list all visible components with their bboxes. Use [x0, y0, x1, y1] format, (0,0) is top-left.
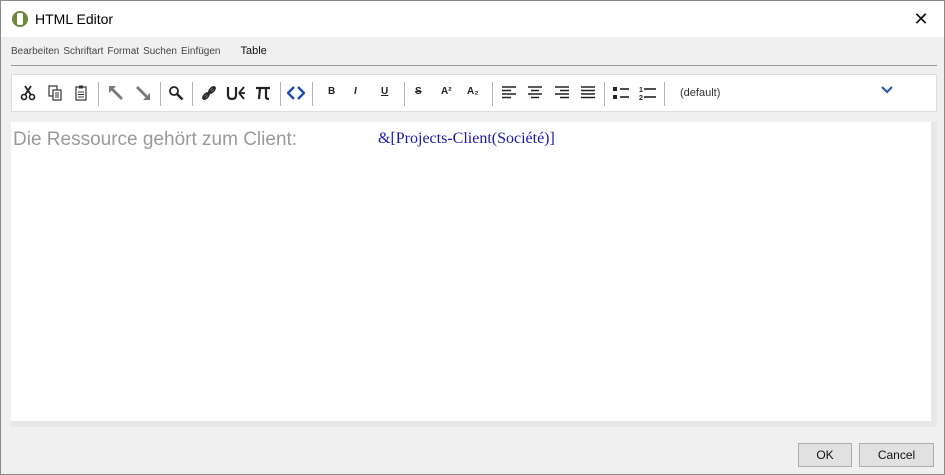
- html-editor-window: HTML Editor ✕ Bearbeiten Schriftart Format…: [0, 0, 945, 475]
- menu-item-einfuegen[interactable]: Einfügen: [181, 46, 220, 57]
- underline-button[interactable]: U: [381, 86, 388, 97]
- svg-text:1: 1: [639, 87, 643, 94]
- align-left-icon[interactable]: [499, 83, 519, 103]
- justify-icon[interactable]: [578, 83, 598, 103]
- superscript-button[interactable]: A²: [441, 86, 452, 97]
- toolbar-separator: [664, 82, 665, 106]
- toolbar: B I U S A² A₂ 12 (default): [11, 74, 937, 112]
- paragraph-style-value: (default): [680, 87, 721, 99]
- paste-icon[interactable]: [72, 83, 92, 103]
- toolbar-separator: [312, 82, 313, 106]
- editor-label-text: Die Ressource gehört zum Client:: [13, 129, 298, 150]
- align-center-icon[interactable]: [525, 83, 545, 103]
- toolbar-separator: [280, 82, 281, 106]
- bullet-list-icon[interactable]: [611, 83, 631, 103]
- copy-icon[interactable]: [45, 83, 65, 103]
- subscript-button[interactable]: A₂: [467, 86, 479, 97]
- chevron-down-icon: [880, 83, 894, 100]
- close-button[interactable]: ✕: [898, 1, 944, 37]
- italic-button[interactable]: I: [354, 86, 357, 97]
- cut-icon[interactable]: [18, 83, 38, 103]
- editor-field-placeholder: &[Projects-Client(Société)]: [378, 130, 555, 147]
- window-title: HTML Editor: [35, 11, 114, 27]
- ok-button[interactable]: OK: [798, 443, 852, 467]
- app-icon: [12, 11, 28, 27]
- toolbar-separator: [404, 82, 405, 106]
- search-icon[interactable]: [166, 83, 186, 103]
- toolbar-separator: [98, 82, 99, 106]
- menu-item-bearbeiten[interactable]: Bearbeiten: [11, 46, 59, 57]
- undo-icon[interactable]: [106, 83, 126, 103]
- toolbar-separator: [492, 82, 493, 106]
- menu-divider: [11, 65, 937, 66]
- menu-item-schriftart[interactable]: Schriftart: [63, 46, 103, 57]
- strikethrough-button[interactable]: S: [415, 86, 422, 97]
- paragraph-style-select[interactable]: (default): [677, 81, 894, 105]
- redo-icon[interactable]: [133, 83, 153, 103]
- menu-bar: Bearbeiten Schriftart Format Suchen Einfügen…: [11, 45, 271, 57]
- source-code-icon[interactable]: [286, 83, 306, 103]
- toolbar-separator: [604, 82, 605, 106]
- menu-item-format[interactable]: Format: [107, 46, 139, 57]
- svg-text:2: 2: [639, 95, 643, 101]
- bold-button[interactable]: B: [328, 86, 335, 97]
- title-bar: HTML Editor ✕: [1, 1, 944, 37]
- cancel-button[interactable]: Cancel: [859, 443, 934, 467]
- menu-item-suchen[interactable]: Suchen: [143, 46, 177, 57]
- numbered-list-icon[interactable]: 12: [638, 83, 658, 103]
- link-icon[interactable]: [199, 83, 219, 103]
- align-right-icon[interactable]: [552, 83, 572, 103]
- editor-content-area[interactable]: Die Ressource gehört zum Client: &[Proje…: [11, 122, 937, 427]
- special-char-icon[interactable]: [253, 83, 273, 103]
- toolbar-separator: [192, 82, 193, 106]
- toolbar-separator: [160, 82, 161, 106]
- menu-item-table[interactable]: Table: [240, 45, 266, 57]
- unlink-icon[interactable]: [226, 83, 246, 103]
